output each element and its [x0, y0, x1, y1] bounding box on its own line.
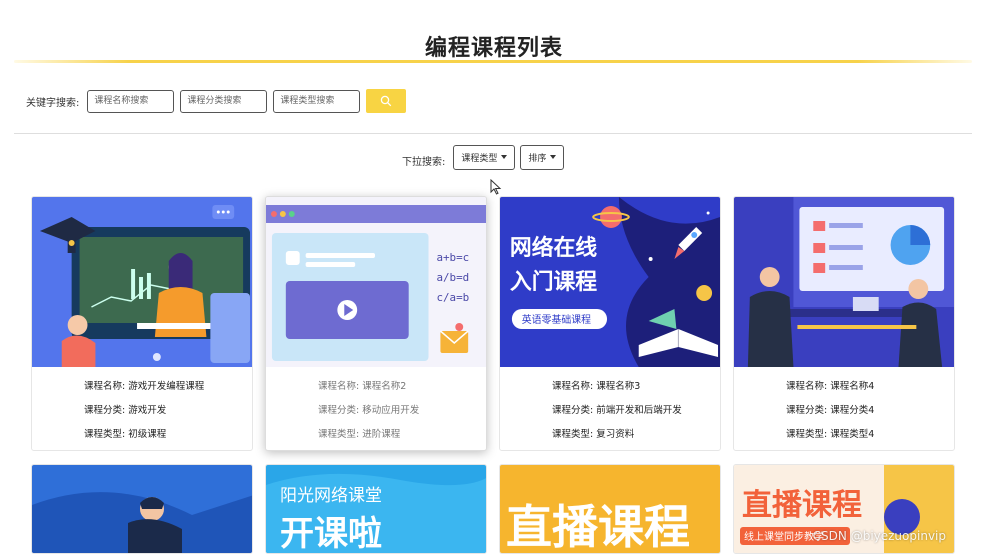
- svg-text:c/a=b: c/a=b: [436, 291, 469, 304]
- svg-text:阳光网络课堂: 阳光网络课堂: [280, 486, 382, 506]
- course-card[interactable]: 直播课程: [499, 464, 721, 554]
- course-info: 课程名称: 课程名称4 课程分类: 课程分类4 课程类型: 课程类型4: [734, 375, 954, 447]
- course-card[interactable]: 阳光网络课堂 开课啦: [265, 464, 487, 554]
- search-button[interactable]: [366, 89, 407, 113]
- course-card[interactable]: [31, 464, 253, 554]
- svg-text:a+b=c: a+b=c: [436, 251, 469, 264]
- course-type-search-input[interactable]: [273, 89, 361, 113]
- course-image: a+b=c a/b=d c/a=b: [266, 197, 486, 367]
- course-image: [32, 465, 252, 553]
- course-name: 课程名称: 课程名称4: [786, 381, 875, 392]
- course-type: 课程类型: 进阶课程: [318, 429, 401, 440]
- course-card[interactable]: 直播课程 线上课堂同步教学 CSDN @biyezuopinvip: [733, 464, 955, 554]
- course-name: 课程名称: 课程名称3: [552, 381, 641, 392]
- course-category: 课程分类: 移动应用开发: [318, 405, 420, 416]
- course-image: 网络在线 入门课程 英语零基础课程: [500, 197, 720, 367]
- keyword-search-bar: 关键字搜索:: [26, 88, 407, 114]
- title-underline: [14, 60, 972, 63]
- page-title: 编程课程列表: [424, 36, 563, 61]
- svg-text:英语零基础课程: 英语零基础课程: [522, 313, 591, 326]
- course-name-search-input[interactable]: [87, 89, 175, 113]
- course-image: 直播课程: [500, 465, 720, 554]
- caret-down-icon: [501, 155, 508, 159]
- keyword-search-label: 关键字搜索:: [26, 97, 80, 109]
- course-name: 课程名称: 游戏开发编程课程: [84, 381, 205, 392]
- course-card[interactable]: 网络在线 入门课程 英语零基础课程 课程名称: 课程名称3 课程分类: 前端开发…: [499, 196, 721, 451]
- sort-dropdown-label: 排序: [528, 153, 547, 164]
- course-image: 阳光网络课堂 开课啦: [266, 465, 486, 554]
- svg-text:直播课程: 直播课程: [506, 500, 690, 554]
- caret-down-icon: [550, 155, 557, 159]
- course-type: 课程类型: 课程类型4: [786, 429, 875, 440]
- course-category-search-input[interactable]: [180, 89, 268, 113]
- course-info: 课程名称: 游戏开发编程课程 课程分类: 游戏开发 课程类型: 初级课程: [32, 375, 252, 447]
- svg-text:入门课程: 入门课程: [510, 269, 597, 295]
- course-name: 课程名称: 课程名称2: [318, 381, 407, 392]
- sort-dropdown[interactable]: 排序: [520, 144, 565, 170]
- course-type-dropdown-label: 课程类型: [461, 153, 498, 164]
- course-info: 课程名称: 课程名称2 课程分类: 移动应用开发 课程类型: 进阶课程: [266, 375, 486, 447]
- mouse-cursor-icon: [490, 179, 502, 195]
- course-card[interactable]: 课程名称: 游戏开发编程课程 课程分类: 游戏开发 课程类型: 初级课程: [31, 196, 253, 451]
- math-formula: a+b=c a/b=d c/a=b: [436, 251, 469, 304]
- course-type-dropdown[interactable]: 课程类型: [453, 144, 516, 170]
- course-category: 课程分类: 游戏开发: [84, 405, 167, 416]
- course-type: 课程类型: 初级课程: [84, 429, 167, 440]
- svg-text:网络在线: 网络在线: [510, 235, 597, 261]
- course-category: 课程分类: 前端开发和后端开发: [552, 405, 682, 416]
- course-image: [32, 197, 252, 367]
- svg-text:开课啦: 开课啦: [280, 514, 382, 554]
- course-card[interactable]: 课程名称: 课程名称4 课程分类: 课程分类4 课程类型: 课程类型4: [733, 196, 955, 451]
- svg-text:直播课程: 直播课程: [742, 488, 862, 523]
- course-card[interactable]: a+b=c a/b=d c/a=b 课程名称: 课程名称2 课程分类: 移动应用…: [265, 196, 487, 451]
- dropdown-filter-bar: 下拉搜索: 课程类型 排序: [402, 144, 569, 170]
- search-icon: [381, 95, 392, 107]
- svg-text:a/b=d: a/b=d: [436, 271, 469, 284]
- watermark: CSDN @biyezuopinvip: [812, 529, 946, 543]
- dropdown-search-label: 下拉搜索:: [402, 156, 446, 168]
- course-info: 课程名称: 课程名称3 课程分类: 前端开发和后端开发 课程类型: 复习资料: [500, 375, 720, 447]
- section-divider: [14, 133, 972, 134]
- course-type: 课程类型: 复习资料: [552, 429, 635, 440]
- course-image: [734, 197, 954, 367]
- course-category: 课程分类: 课程分类4: [786, 405, 875, 416]
